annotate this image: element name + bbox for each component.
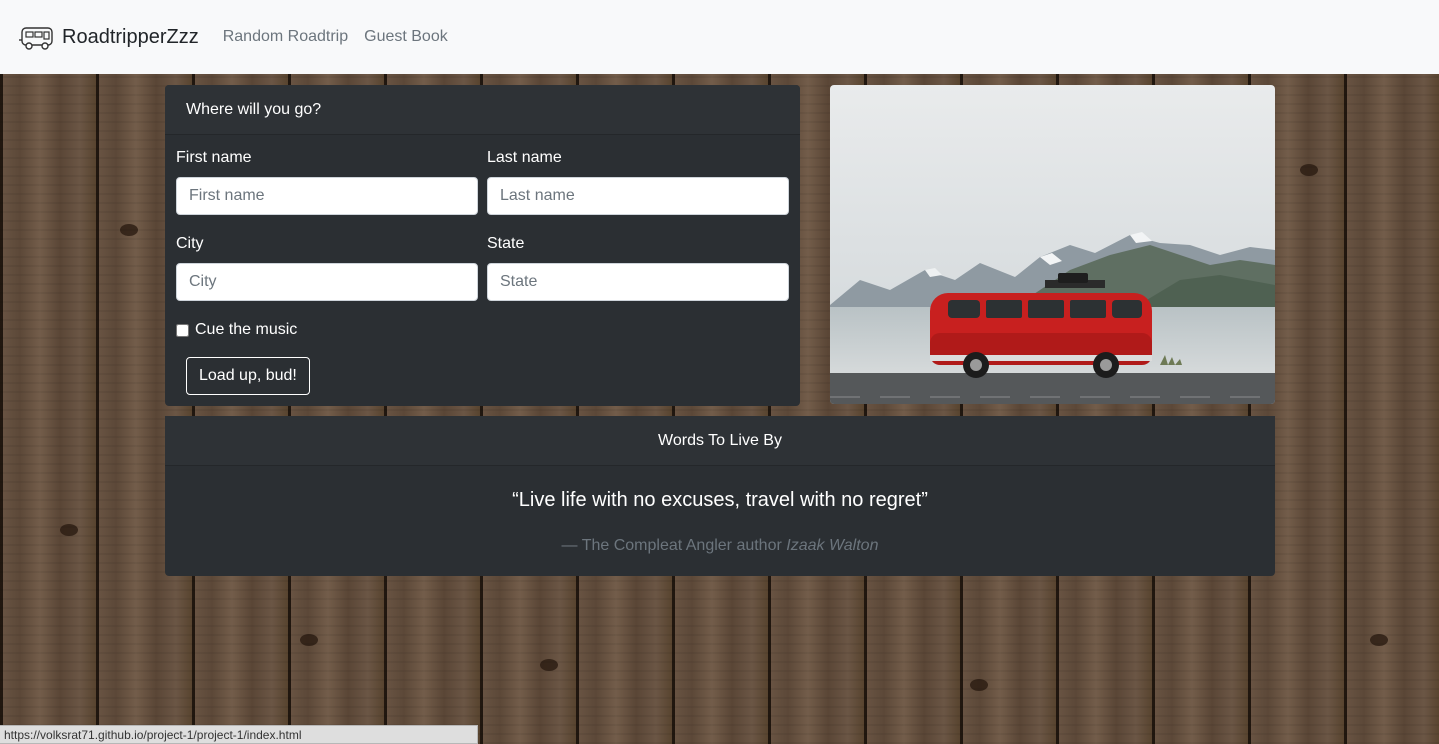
state-input[interactable] [487,263,789,301]
nav-link-guest-book[interactable]: Guest Book [364,28,448,46]
cue-music-checkbox[interactable] [176,323,189,337]
camper-van-icon [19,27,53,50]
red-van-image [830,85,1275,404]
trip-form-card: Where will you go? First name Last name … [165,85,800,406]
form-card-header: Where will you go? [165,85,800,135]
red-van-photo [830,85,1275,404]
city-label: City [176,235,204,252]
navbar: RoadtripperZzz Random Roadtrip Guest Boo… [0,0,1439,74]
quote-source: — The Compleat Angler author [561,537,782,554]
first-name-label: First name [176,149,252,166]
city-input[interactable] [176,263,478,301]
cue-music-label[interactable]: Cue the music [195,321,297,339]
quote-attribution: — The Compleat Angler author Izaak Walto… [165,537,1275,555]
state-label: State [487,235,525,252]
quote-author: Izaak Walton [786,537,879,554]
music-checkbox-row: Cue the music [176,321,297,339]
brand-title: RoadtripperZzz [62,25,199,48]
quote-text: “Live life with no excuses, travel with … [512,489,928,511]
quote-card-header: Words To Live By [165,416,1275,466]
brand-link[interactable]: RoadtripperZzz [18,22,199,52]
last-name-label: Last name [487,149,562,166]
first-name-input[interactable] [176,177,478,215]
nav-link-random-roadtrip[interactable]: Random Roadtrip [223,28,348,46]
quote-card: Words To Live By “Live life with no excu… [165,416,1275,576]
status-bar-url: https://volksrat71.github.io/project-1/p… [0,725,478,744]
load-up-button[interactable]: Load up, bud! [186,357,310,395]
last-name-input[interactable] [487,177,789,215]
